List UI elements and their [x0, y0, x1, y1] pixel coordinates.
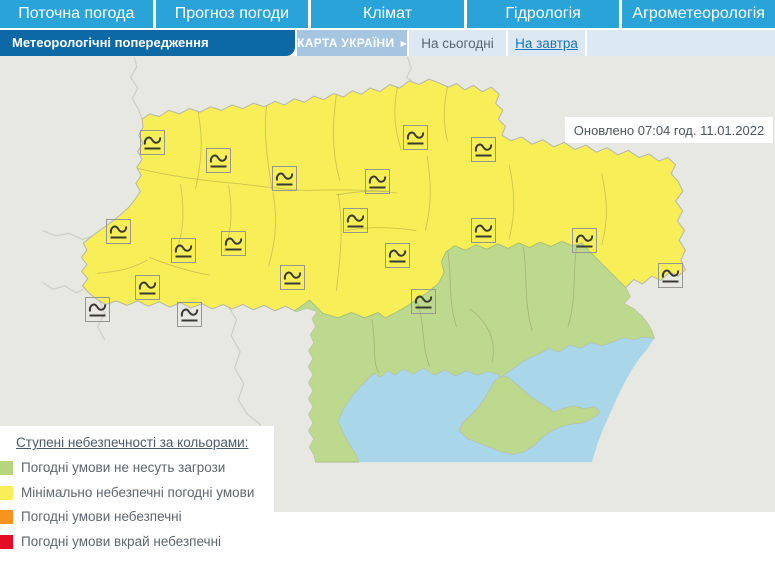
tomorrow-link[interactable]: На завтра	[515, 36, 578, 51]
ice-warning-icon[interactable]	[343, 208, 368, 233]
ice-warning-icon[interactable]	[658, 263, 683, 288]
top-nav-tab-4[interactable]: Агрометеорологія	[622, 0, 775, 28]
legend-label: Погодні умови вкрай небезпечні	[21, 534, 221, 549]
chevron-right-icon: ▶	[400, 39, 406, 48]
top-nav-tab-0[interactable]: Поточна погода	[0, 0, 153, 28]
legend-row-3: Погодні умови вкрай небезпечні	[0, 530, 274, 555]
ice-warning-icon[interactable]	[471, 218, 496, 243]
top-nav-tab-3[interactable]: Гідрологія	[467, 0, 620, 28]
ice-warning-icon[interactable]	[272, 166, 297, 191]
ice-warning-icon[interactable]	[106, 219, 131, 244]
ice-warning-icon[interactable]	[85, 297, 110, 322]
legend-swatch	[0, 486, 13, 500]
ice-warning-icon[interactable]	[221, 231, 246, 256]
ice-warning-icon[interactable]	[280, 265, 305, 290]
top-nav-tab-2[interactable]: Клімат	[311, 0, 464, 28]
legend-swatch	[0, 510, 13, 524]
subnav-filler	[587, 30, 775, 56]
ice-warning-icon[interactable]	[206, 148, 231, 173]
map-of-ukraine-label: КАРТА УКРАЇНИ	[297, 36, 394, 50]
ice-warning-icon[interactable]	[140, 130, 165, 155]
ice-warning-icon[interactable]	[171, 238, 196, 263]
legend-label: Погодні умови не несуть загрози	[21, 460, 225, 475]
ice-warning-icon[interactable]	[365, 169, 390, 194]
ice-warning-icon[interactable]	[177, 302, 202, 327]
danger-level-legend: Ступені небезпечності за кольорами: Пого…	[0, 426, 274, 561]
legend-row-2: Погодні умови небезпечні	[0, 505, 274, 530]
legend-label: Мінімально небезпечні погодні умови	[21, 485, 254, 500]
top-navigation: Поточна погодаПрогноз погодиКліматГідрол…	[0, 0, 775, 28]
map-of-ukraine-button[interactable]: КАРТА УКРАЇНИ ▶	[297, 30, 407, 56]
ice-warning-icon[interactable]	[411, 289, 436, 314]
updated-timestamp: Оновлено 07:04 год. 11.01.2022	[565, 117, 773, 143]
ice-warning-icon[interactable]	[471, 137, 496, 162]
tab-tomorrow[interactable]: На завтра	[508, 30, 585, 56]
ice-warning-icon[interactable]	[572, 228, 597, 253]
ice-warning-icon[interactable]	[403, 125, 428, 150]
ukraine-warning-map: Оновлено 07:04 год. 11.01.2022 Ступені н…	[0, 56, 775, 512]
legend-label: Погодні умови небезпечні	[21, 509, 182, 524]
legend-swatch	[0, 461, 13, 475]
legend-row-0: Погодні умови не несуть загрози	[0, 456, 274, 481]
legend-row-1: Мінімально небезпечні погодні умови	[0, 481, 274, 506]
top-nav-tab-1[interactable]: Прогноз погоди	[156, 0, 309, 28]
legend-title: Ступені небезпечності за кольорами:	[16, 435, 274, 450]
ice-warning-icon[interactable]	[385, 243, 410, 268]
secondary-navigation: Метеорологічні попередження КАРТА УКРАЇН…	[0, 30, 775, 56]
legend-swatch	[0, 535, 13, 549]
tab-meteorological-warnings[interactable]: Метеорологічні попередження	[0, 30, 295, 56]
tab-today[interactable]: На сьогодні	[409, 30, 506, 56]
ice-warning-icon[interactable]	[135, 275, 160, 300]
